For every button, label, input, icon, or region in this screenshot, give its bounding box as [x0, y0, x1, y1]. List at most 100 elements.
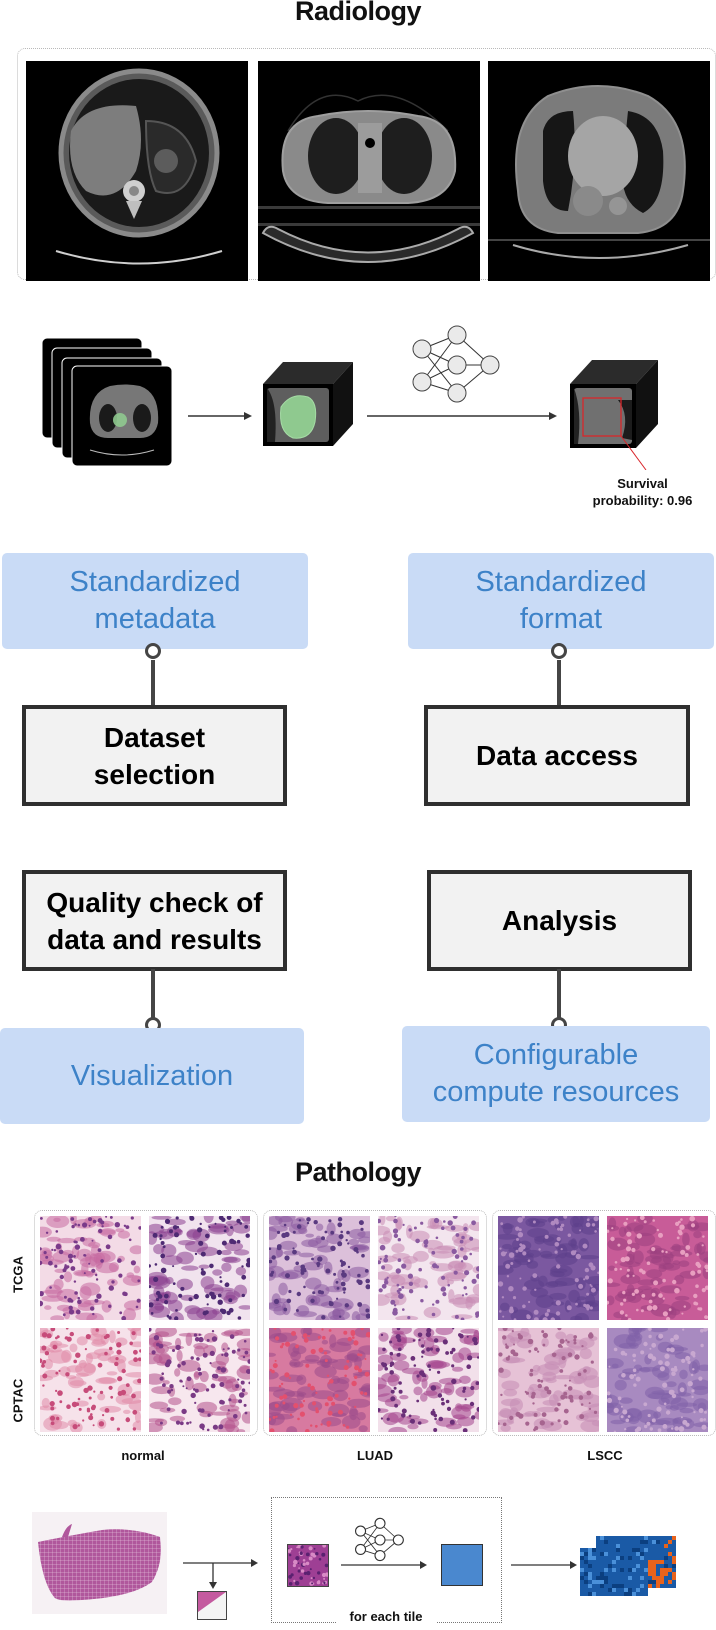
heatmap-cell [632, 1544, 636, 1548]
heatmap-cell [640, 1540, 644, 1544]
heatmap-cell [580, 1556, 584, 1560]
heatmap-cell [580, 1592, 584, 1596]
heatmap-cell [668, 1568, 672, 1572]
heatmap-cell [664, 1544, 668, 1548]
arrow-to-tile-loop [183, 1558, 258, 1590]
heatmap-cell [588, 1564, 592, 1568]
heatmap-cell [616, 1564, 620, 1568]
data-access-box: Data access [424, 705, 690, 806]
heatmap-cell [600, 1536, 604, 1540]
heatmap-cell [584, 1580, 588, 1584]
heatmap-cell [584, 1548, 588, 1552]
heatmap-cell [580, 1552, 584, 1556]
heatmap-cell [604, 1588, 608, 1592]
heatmap-cell [652, 1568, 656, 1572]
heatmap-cell [616, 1592, 620, 1596]
heatmap-cell [640, 1552, 644, 1556]
heatmap-cell [600, 1564, 604, 1568]
histology-tile [149, 1328, 250, 1432]
heatmap-cell [600, 1560, 604, 1564]
heatmap-cell [612, 1560, 616, 1564]
heatmap-cell [628, 1560, 632, 1564]
heatmap-cell [636, 1544, 640, 1548]
heatmap-cell [644, 1540, 648, 1544]
heatmap-cell [644, 1552, 648, 1556]
analysis-box: Analysis [427, 870, 692, 971]
heatmap-cell [580, 1588, 584, 1592]
heatmap-cell [584, 1560, 588, 1564]
heatmap-cell [616, 1584, 620, 1588]
heatmap-cell [632, 1584, 636, 1588]
heatmap-cell [628, 1536, 632, 1540]
heatmap-cell [596, 1584, 600, 1588]
heatmap-cell [600, 1556, 604, 1560]
heatmap-cell [624, 1588, 628, 1592]
heatmap-cell [592, 1564, 596, 1568]
heatmap-cell [664, 1536, 668, 1540]
survival-label-line1: Survival [617, 476, 668, 491]
heatmap-cell [584, 1572, 588, 1576]
heatmap-cell [616, 1588, 620, 1592]
heatmap-cell [636, 1588, 640, 1592]
heatmap-cell [636, 1592, 640, 1596]
heatmap-cell [604, 1560, 608, 1564]
heatmap-cell [644, 1548, 648, 1552]
heatmap-cell [584, 1568, 588, 1572]
quality-check-box: Quality check of data and results [22, 870, 287, 971]
heatmap-cell [672, 1572, 676, 1576]
for-each-tile-label: for each tile [336, 1609, 436, 1624]
heatmap-cell [620, 1584, 624, 1588]
heatmap-cell [632, 1564, 636, 1568]
heatmap-cell [604, 1572, 608, 1576]
heatmap-cell [632, 1588, 636, 1592]
heatmap-cell [620, 1556, 624, 1560]
heatmap-cell [584, 1588, 588, 1592]
heatmap-cell [624, 1544, 628, 1548]
heatmap-cell [596, 1568, 600, 1572]
heatmap-cell [596, 1548, 600, 1552]
heatmap-cell [640, 1564, 644, 1568]
heatmap-cell [652, 1576, 656, 1580]
heatmap-cell [604, 1556, 608, 1560]
heatmap-cell [612, 1544, 616, 1548]
heatmap-cell [592, 1548, 596, 1552]
heatmap-cell [624, 1560, 628, 1564]
heatmap-cell [620, 1592, 624, 1596]
heatmap-cell [580, 1564, 584, 1568]
heatmap-cell [628, 1592, 632, 1596]
heatmap-cell [636, 1536, 640, 1540]
heatmap-cell [612, 1588, 616, 1592]
heatmap-cell [580, 1548, 584, 1552]
heatmap-cell [664, 1552, 668, 1556]
heatmap-cell [660, 1552, 664, 1556]
heatmap-cell [608, 1588, 612, 1592]
segmented-tumor-cube [263, 362, 353, 452]
heatmap-cell [616, 1568, 620, 1572]
heatmap-cell [660, 1536, 664, 1540]
box-text-line: selection [93, 758, 216, 790]
heatmap-cell [644, 1536, 648, 1540]
heatmap-cell [592, 1560, 596, 1564]
heatmap-cell [652, 1580, 656, 1584]
heatmap-cell [660, 1576, 664, 1580]
heatmap-cell [604, 1568, 608, 1572]
heatmap-cell [624, 1576, 628, 1580]
heatmap-cell [604, 1548, 608, 1552]
heatmap-cell [664, 1576, 668, 1580]
heatmap-cell [628, 1572, 632, 1576]
heatmap-cell [600, 1540, 604, 1544]
heatmap-cell [644, 1576, 648, 1580]
heatmap-cell [636, 1560, 640, 1564]
heatmap-cell [596, 1544, 600, 1548]
connector-line [557, 969, 561, 1021]
heatmap-cell [596, 1540, 600, 1544]
heatmap-cell [648, 1572, 652, 1576]
heatmap-cell [580, 1580, 584, 1584]
heatmap-cell [628, 1568, 632, 1572]
heatmap-cell [668, 1576, 672, 1580]
histology-tile [378, 1216, 479, 1320]
heatmap-cell [604, 1536, 608, 1540]
heatmap-cell [580, 1576, 584, 1580]
heatmap-cell [600, 1548, 604, 1552]
heatmap-cell [588, 1588, 592, 1592]
